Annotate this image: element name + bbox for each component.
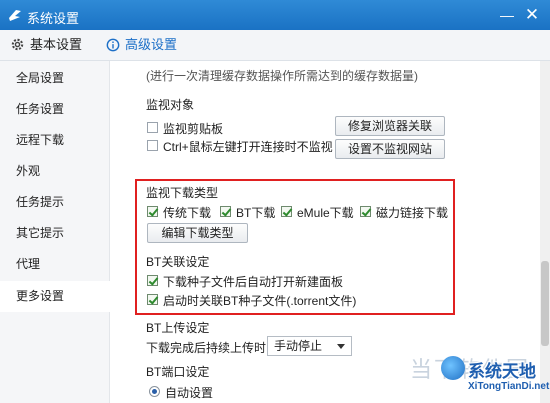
bt-download-label: BT下载 [236,206,276,220]
sidebar-item-proxy[interactable]: 代理 [0,249,109,280]
sidebar-item-remote-download[interactable]: 远程下载 [0,125,109,156]
bt-download-checkbox[interactable] [220,206,231,217]
gear-icon [11,38,24,51]
chevron-down-icon [337,344,345,349]
settings-sidebar: 全局设置 任务设置 远程下载 外观 任务提示 其它提示 代理 更多设置 [0,61,110,403]
download-types-title: 监视下载类型 [146,186,219,200]
minimize-button[interactable]: — [496,5,518,25]
scrollbar-thumb[interactable] [541,261,549,346]
app-logo-icon [9,10,21,21]
info-icon [106,38,120,51]
clipboard-checkbox[interactable] [147,122,158,133]
monitor-section-title: 监视对象 [146,98,195,112]
repair-browser-assoc-button[interactable]: 修复浏览器关联 [335,116,445,136]
startup-torrent-assoc-label: 启动时关联BT种子文件(.torrent文件) [163,294,357,308]
edit-download-types-button[interactable]: 编辑下载类型 [147,223,248,243]
bt-port-title: BT端口设定 [146,365,210,379]
tab-basic-label: 基本设置 [30,37,83,52]
sidebar-item-appearance[interactable]: 外观 [0,156,109,187]
auto-open-panel-label: 下载种子文件后自动打开新建面板 [163,275,344,289]
sidebar-item-global[interactable]: 全局设置 [0,63,109,94]
upload-duration-label: 下载完成后持续上传时间 [146,341,279,355]
tab-advanced-label: 高级设置 [125,37,178,52]
upload-duration-select[interactable]: 手动停止 [267,336,352,356]
exclude-sites-button[interactable]: 设置不监视网站 [335,139,445,159]
settings-tab-bar: 基本设置 高级设置 [0,30,550,61]
traditional-download-label: 传统下载 [163,206,212,220]
magnet-download-checkbox[interactable] [360,206,371,217]
upload-duration-value: 手动停止 [274,339,323,353]
tab-advanced-settings[interactable]: 高级设置 [106,30,177,60]
emule-download-checkbox[interactable] [281,206,292,217]
auto-port-radio[interactable] [149,386,160,397]
emule-download-label: eMule下载 [297,206,354,220]
auto-port-label: 自动设置 [165,386,214,400]
content-scrollbar[interactable] [540,61,550,403]
startup-torrent-assoc-checkbox[interactable] [147,294,158,305]
sidebar-item-other-tips[interactable]: 其它提示 [0,218,109,249]
cache-note: (进行一次清理缓存数据操作所需达到的缓存数据量) [146,69,418,83]
close-button[interactable]: ✕ [521,5,543,25]
watermark-logo-icon [441,356,465,380]
magnet-download-label: 磁力链接下载 [376,206,449,220]
auto-open-panel-checkbox[interactable] [147,275,158,286]
ctrl-click-checkbox[interactable] [147,140,158,151]
tab-basic-settings[interactable]: 基本设置 [10,30,82,60]
sidebar-item-task[interactable]: 任务设置 [0,94,109,125]
title-bar: 系统设置 — ✕ [0,0,550,30]
sidebar-item-task-tips[interactable]: 任务提示 [0,187,109,218]
traditional-download-checkbox[interactable] [147,206,158,217]
bt-upload-title: BT上传设定 [146,321,210,335]
clipboard-label: 监视剪贴板 [163,122,224,136]
watermark-brand: 系统天地 [468,362,536,381]
sidebar-item-more-settings[interactable]: 更多设置 [0,281,110,312]
bt-assoc-title: BT关联设定 [146,255,210,269]
ctrl-click-label: Ctrl+鼠标左键打开连接时不监视 [163,140,333,154]
watermark-url: XiTongTianDi.net [468,381,550,392]
window-title: 系统设置 [27,11,80,26]
